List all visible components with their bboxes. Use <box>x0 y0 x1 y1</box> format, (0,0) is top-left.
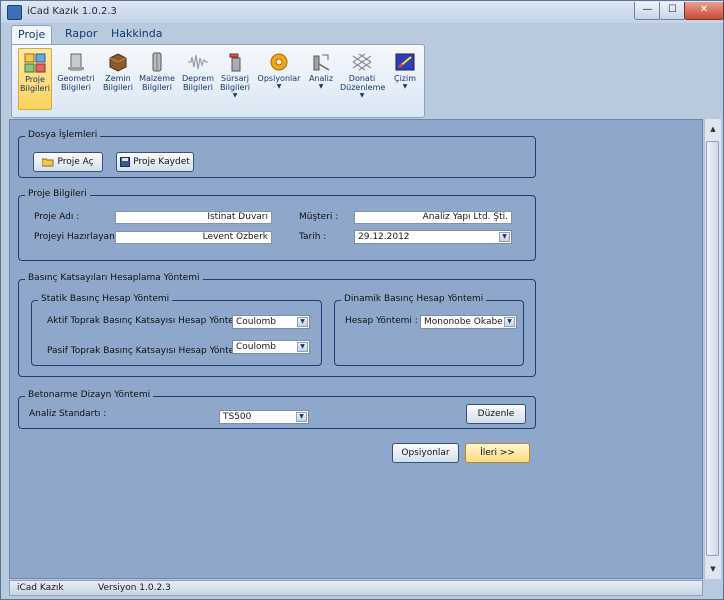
chevron-down-icon[interactable]: ▼ <box>297 317 308 327</box>
open-folder-icon <box>42 158 54 166</box>
tarih-datepicker[interactable]: 29.12.2012 ▼ <box>354 230 512 244</box>
analiz-standarti-select[interactable]: TS500 ▼ <box>219 410 309 424</box>
projeyi-hazirlayan-label: Projeyi Hazırlayan : <box>34 232 121 242</box>
donati-duzenleme-button[interactable]: Donati Düzenleme ▼ <box>340 48 385 108</box>
proje-ac-button[interactable]: Proje Aç <box>33 152 103 172</box>
opsiyonlar-button[interactable]: Opsiyonlar ▼ <box>256 48 302 108</box>
aktif-basinc-label: Aktif Toprak Basınç Katsayısı Hesap Yönt… <box>47 316 251 326</box>
vertical-scrollbar[interactable]: ▲ ▼ <box>704 119 721 579</box>
dropdown-arrow-icon: ▼ <box>359 92 365 99</box>
group-legend: Dosya İşlemleri <box>25 130 101 140</box>
proje-bilgileri-button[interactable]: Proje Bilgileri <box>18 48 52 110</box>
statik-basinc-group: Statik Basınç Hesap Yöntemi Aktif Toprak… <box>31 294 322 366</box>
status-version: Versiyon 1.0.2.3 <box>98 583 171 593</box>
scrollbar-thumb[interactable] <box>706 141 719 556</box>
close-button[interactable]: ✕ <box>684 2 724 20</box>
earthquake-wave-icon <box>188 54 208 70</box>
save-icon <box>120 156 131 167</box>
ileri-button[interactable]: İleri >> <box>465 443 530 463</box>
title-bar: iCad Kazık 1.0.2.3 — ☐ ✕ <box>1 1 724 23</box>
dropdown-arrow-icon: ▼ <box>318 83 324 90</box>
tab-rapor[interactable]: Rapor <box>59 25 103 44</box>
musteri-label: Müşteri : <box>299 212 339 222</box>
status-bar: iCad Kazık Versiyon 1.0.2.3 <box>9 580 703 596</box>
material-icon <box>152 52 162 72</box>
dropdown-arrow-icon: ▼ <box>276 83 282 90</box>
group-legend: Betonarme Dizayn Yöntemi <box>25 390 154 400</box>
tab-hakkinda[interactable]: Hakkinda <box>105 25 169 44</box>
chevron-down-icon[interactable]: ▼ <box>504 317 515 327</box>
geometry-icon <box>68 53 84 71</box>
proje-adi-input[interactable]: İstinat Duvarı <box>115 211 272 224</box>
chevron-down-icon[interactable]: ▼ <box>297 342 308 352</box>
app-window: iCad Kazık 1.0.2.3 — ☐ ✕ Proje Rapor Hak… <box>0 0 724 600</box>
tab-proje[interactable]: Proje <box>11 25 53 45</box>
malzeme-bilgileri-button[interactable]: Malzeme Bilgileri <box>138 48 176 108</box>
betonarme-dizayn-group: Betonarme Dizayn Yöntemi Analiz Standart… <box>18 390 536 429</box>
duzenle-button[interactable]: Düzenle <box>466 404 526 424</box>
pasif-basinc-select[interactable]: Coulomb ▼ <box>232 340 310 354</box>
group-legend: Basınç Katsayıları Hesaplama Yöntemi <box>25 273 203 283</box>
proje-bilgileri-group: Proje Bilgileri Proje Adı : İstinat Duva… <box>18 189 536 261</box>
app-icon <box>7 5 22 20</box>
hesap-yontemi-label: Hesap Yöntemi : <box>345 316 418 326</box>
cizim-button[interactable]: Çizim ▼ <box>390 48 420 108</box>
maximize-button[interactable]: ☐ <box>659 2 686 20</box>
geometri-bilgileri-button[interactable]: Geometri Bilgileri <box>56 48 96 108</box>
pasif-basinc-label: Pasif Toprak Basınç Katsayısı Hesap Yönt… <box>47 346 252 356</box>
gear-icon <box>270 53 288 71</box>
deprem-bilgileri-button[interactable]: Deprem Bilgileri <box>180 48 216 108</box>
group-legend: Dinamik Basınç Hesap Yöntemi <box>341 294 487 304</box>
dosya-islemleri-group: Dosya İşlemleri Proje Aç Proje Kaydet <box>18 130 536 178</box>
drawing-icon <box>395 53 415 71</box>
group-legend: Proje Bilgileri <box>25 189 90 199</box>
proje-kaydet-button[interactable]: Proje Kaydet <box>116 152 194 172</box>
scroll-down-icon[interactable]: ▼ <box>707 563 719 575</box>
minimize-button[interactable]: — <box>634 2 661 20</box>
group-legend: Statik Basınç Hesap Yöntemi <box>38 294 173 304</box>
rebar-grid-icon <box>352 53 372 71</box>
sursarj-bilgileri-button[interactable]: Sürsarj Bilgileri ▼ <box>218 48 252 108</box>
projeyi-hazirlayan-input[interactable]: Levent Özberk <box>115 231 272 244</box>
surcharge-icon <box>229 53 241 72</box>
dropdown-arrow-icon: ▼ <box>402 83 408 90</box>
aktif-basinc-select[interactable]: Coulomb ▼ <box>232 315 310 329</box>
analysis-icon <box>313 54 330 71</box>
dinamik-basinc-group: Dinamik Basınç Hesap Yöntemi Hesap Yönte… <box>334 294 524 366</box>
proje-adi-label: Proje Adı : <box>34 212 80 222</box>
dropdown-arrow-icon: ▼ <box>232 92 238 99</box>
tarih-label: Tarih : <box>299 232 327 242</box>
zemin-bilgileri-button[interactable]: Zemin Bilgileri <box>100 48 136 108</box>
opsiyonlar-footer-button[interactable]: Opsiyonlar <box>392 443 459 463</box>
project-info-icon <box>24 53 46 73</box>
musteri-input[interactable]: Analiz Yapı Ltd. Şti. <box>354 211 512 224</box>
scroll-up-icon[interactable]: ▲ <box>707 123 719 135</box>
status-app-name: iCad Kazık <box>17 583 64 593</box>
chevron-down-icon[interactable]: ▼ <box>499 232 510 242</box>
soil-icon <box>109 53 127 72</box>
chevron-down-icon[interactable]: ▼ <box>296 412 307 422</box>
window-title: iCad Kazık 1.0.2.3 <box>27 6 117 17</box>
analiz-standarti-label: Analiz Standartı : <box>29 409 107 419</box>
hesap-yontemi-select[interactable]: Mononobe Okabe ▼ <box>420 315 517 329</box>
basinc-katsayilari-group: Basınç Katsayıları Hesaplama Yöntemi Sta… <box>18 273 536 377</box>
main-content: Dosya İşlemleri Proje Aç Proje Kaydet Pr… <box>9 119 703 579</box>
analiz-button[interactable]: Analiz ▼ <box>304 48 338 108</box>
ribbon-panel: Proje Bilgileri Geometri Bilgileri Zemin… <box>11 44 425 118</box>
